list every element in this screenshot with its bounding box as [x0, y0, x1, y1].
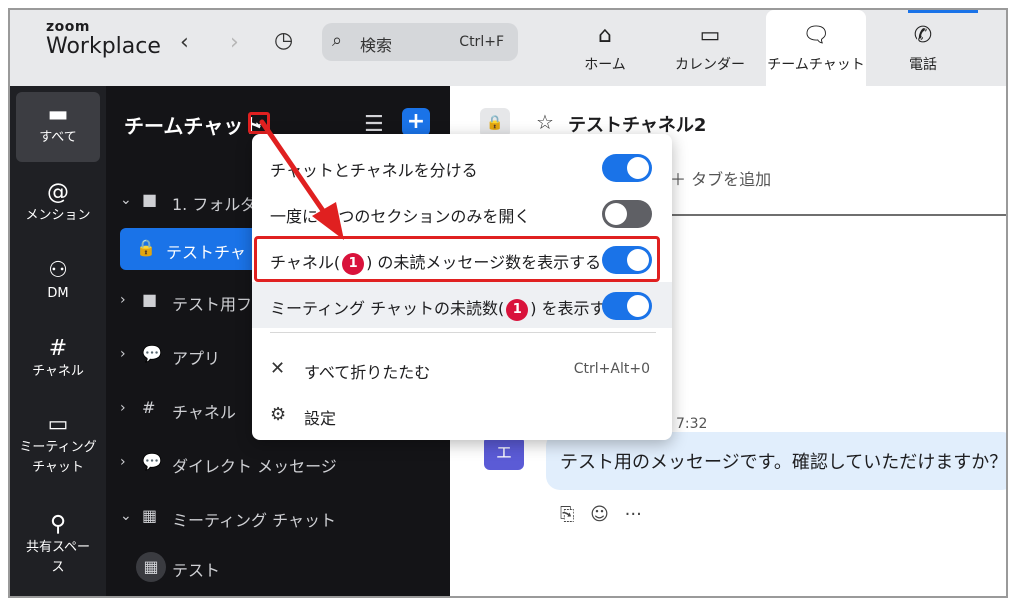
annotation-arrow: [259, 119, 344, 240]
app-window: zoom Workplace ‹ › ◷ ⌕ 検索 Ctrl+F ⌂ ホーム ▭…: [8, 8, 1008, 598]
